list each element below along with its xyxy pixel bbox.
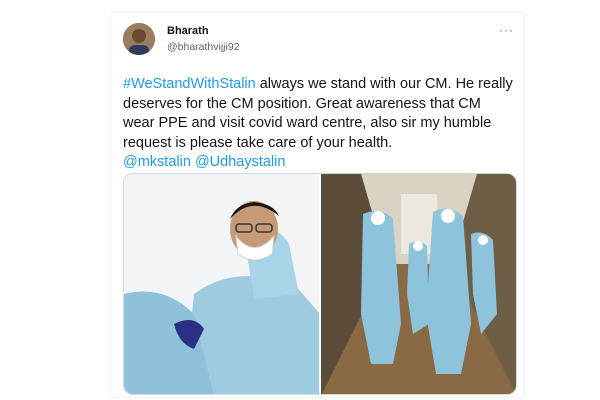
- hashtag-link[interactable]: #WeStandWithStalin: [123, 76, 256, 92]
- photo-cm-ppe-image: [124, 174, 319, 394]
- avatar[interactable]: [123, 23, 155, 55]
- photo-covid-ward-visit[interactable]: [321, 174, 516, 394]
- photo-cm-ppe-closeup[interactable]: [124, 174, 319, 394]
- mention-link-udhaystalin[interactable]: @Udhaystalin: [195, 154, 285, 170]
- author-handle[interactable]: @bharathvijji92: [167, 41, 240, 53]
- author-name[interactable]: Bharath: [167, 25, 209, 37]
- more-icon[interactable]: ···: [499, 23, 514, 37]
- tweet-text: #WeStandWithStalin always we stand with …: [123, 75, 515, 173]
- tweet-card[interactable]: Bharath @bharathvijji92 ··· #WeStandWith…: [110, 12, 525, 398]
- mention-link-mkstalin[interactable]: @mkstalin: [123, 154, 191, 170]
- tweet-media: [123, 173, 517, 395]
- avatar-image: [123, 23, 155, 55]
- photo-ward-image: [321, 174, 516, 394]
